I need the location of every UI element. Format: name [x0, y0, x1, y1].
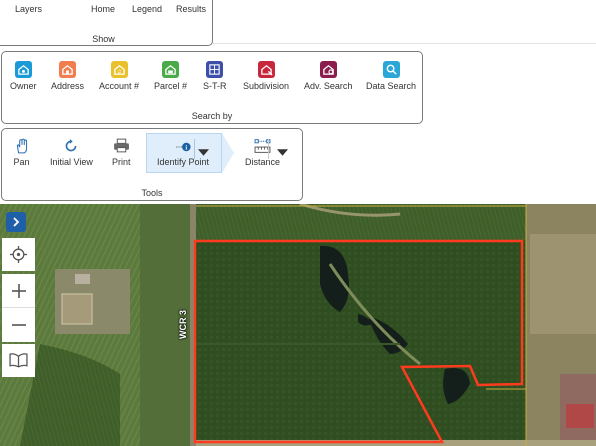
identify-point-label: Identify Point: [157, 157, 210, 167]
chevron-down-icon: [198, 149, 209, 156]
chevron-right-icon: [13, 217, 20, 227]
expand-panel-button[interactable]: [6, 212, 26, 232]
show-group: Layers Home Legend Results Show: [0, 0, 213, 46]
str-label: S-T-R: [203, 81, 227, 91]
account-label: Account #: [99, 81, 140, 91]
parcel-label: Parcel #: [154, 81, 188, 91]
advanced-search-icon: [319, 61, 337, 78]
search-group: Owner Address # Account # Parcel # S-T-R…: [1, 51, 423, 124]
distance-label: Distance: [245, 157, 281, 167]
advanced-search-button[interactable]: Adv. Search: [304, 61, 352, 91]
home-label: Home: [91, 4, 116, 14]
address-label: Address: [51, 81, 85, 91]
pan-label: Pan: [13, 157, 30, 167]
show-group-title: Show: [92, 34, 115, 44]
zoom-out-button[interactable]: [2, 308, 35, 342]
identify-point-arrow: [222, 133, 234, 173]
str-search-icon: [206, 61, 224, 78]
pan-hand-icon: [13, 137, 30, 154]
adv-search-label: Adv. Search: [304, 81, 353, 91]
svg-text:i: i: [185, 144, 187, 151]
account-search-icon: #: [110, 61, 128, 78]
locate-crosshair-icon: [10, 246, 27, 263]
parcel-search-button[interactable]: Parcel #: [154, 61, 187, 91]
str-search-button[interactable]: S-T-R: [203, 61, 227, 91]
distance-dropdown[interactable]: [277, 143, 291, 156]
distance-split-divider: [268, 139, 269, 159]
ribbon-divider: [213, 43, 596, 44]
subdivision-search-button[interactable]: Subdivision: [243, 61, 289, 91]
road-label: WCR 3: [178, 310, 188, 339]
legend-button[interactable]: Legend: [132, 1, 162, 14]
parcel-search-icon: [162, 61, 180, 78]
data-search-icon: [382, 61, 400, 78]
plus-icon: [11, 283, 26, 298]
print-icon: [113, 137, 130, 154]
home-button[interactable]: Home: [91, 1, 115, 14]
aerial-imagery: [0, 204, 596, 446]
initial-view-label: Initial View: [50, 157, 93, 167]
identify-split-divider: [194, 139, 195, 159]
address-search-button[interactable]: Address: [51, 61, 84, 91]
layers-label: Layers: [15, 4, 43, 14]
data-search-label: Data Search: [366, 81, 417, 91]
chevron-down-icon: [277, 149, 288, 156]
address-search-icon: [59, 61, 77, 78]
bookmarks-button[interactable]: [2, 344, 35, 377]
print-button[interactable]: Print: [112, 137, 131, 167]
identify-point-icon: i: [175, 137, 192, 154]
initial-view-button[interactable]: Initial View: [50, 137, 93, 167]
identify-point-dropdown[interactable]: [198, 143, 212, 156]
owner-search-button[interactable]: Owner: [10, 61, 37, 91]
results-button[interactable]: Results: [176, 1, 206, 14]
search-group-title: Search by: [191, 111, 233, 121]
layers-button[interactable]: Layers: [15, 1, 42, 14]
pan-button[interactable]: Pan: [13, 137, 30, 167]
map-view[interactable]: WCR 3: [0, 204, 596, 446]
book-icon: [9, 353, 28, 368]
zoom-in-button[interactable]: [2, 274, 35, 308]
account-search-button[interactable]: # Account #: [99, 61, 139, 91]
distance-button[interactable]: Distance: [245, 137, 280, 167]
print-label: Print: [112, 157, 131, 167]
results-label: Results: [176, 4, 207, 14]
initial-view-icon: [63, 137, 80, 154]
locate-button[interactable]: [2, 238, 35, 271]
data-search-button[interactable]: Data Search: [366, 61, 416, 91]
owner-label: Owner: [10, 81, 37, 91]
subdivision-search-icon: [257, 61, 275, 78]
legend-label: Legend: [132, 4, 163, 14]
subdivision-label: Subdivision: [243, 81, 290, 91]
minus-icon: [11, 324, 26, 326]
tools-group-title: Tools: [141, 188, 163, 198]
owner-search-icon: [14, 61, 32, 78]
tools-group: Pan Initial View Print i Identify Point …: [1, 128, 303, 201]
